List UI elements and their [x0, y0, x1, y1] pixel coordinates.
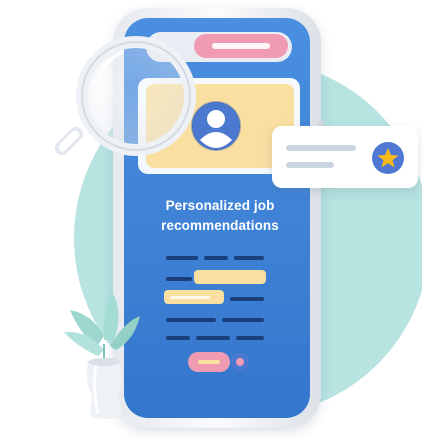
highlight-bar-1	[194, 270, 266, 284]
phone-headline: Personalized job recommendations	[120, 196, 320, 236]
headline-line-1: Personalized job	[165, 198, 275, 213]
bottom-actions	[188, 352, 249, 372]
magnifier-icon	[54, 36, 196, 156]
headline-line-2: recommendations	[161, 218, 279, 233]
job-recommendation-illustration: Personalized job recommendations	[0, 0, 422, 439]
vase	[86, 358, 122, 419]
avatar-icon	[191, 101, 241, 151]
rating-card	[272, 126, 418, 188]
star-badge-icon	[372, 142, 404, 174]
